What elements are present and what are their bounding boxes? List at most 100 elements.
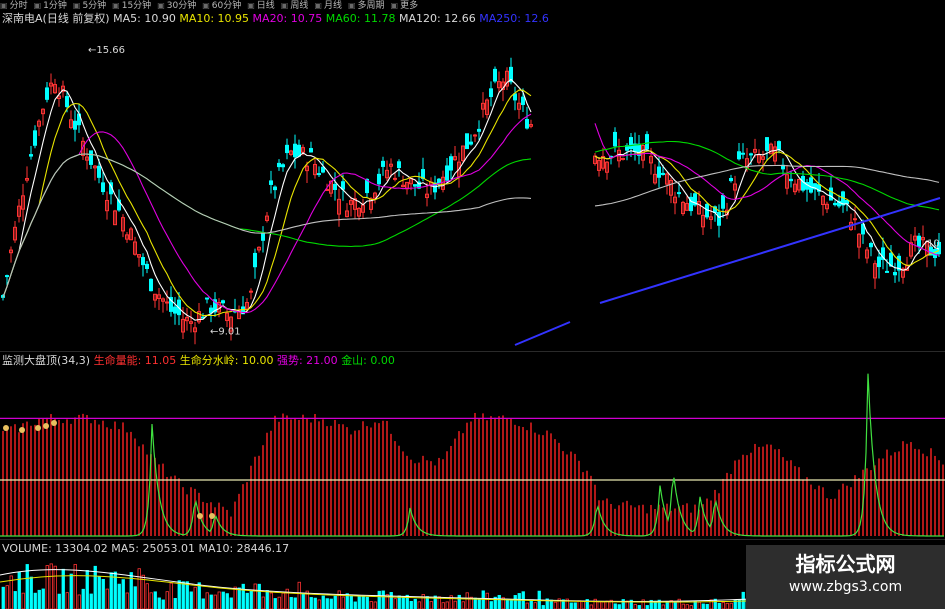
ma60-value: MA60: 11.78 bbox=[325, 12, 396, 25]
indicator-bar bbox=[110, 428, 112, 536]
volume-bar bbox=[485, 592, 489, 609]
indicator-bar bbox=[398, 445, 400, 536]
volume-bar bbox=[9, 575, 13, 609]
indicator-bar bbox=[470, 421, 472, 536]
period-tab-3[interactable]: 15分钟 bbox=[122, 1, 151, 11]
indicator-bar bbox=[902, 441, 904, 536]
indicator-bar bbox=[542, 435, 544, 536]
volume-bar bbox=[413, 598, 417, 609]
indicator-name: 监测大盘顶(34,3) bbox=[2, 354, 91, 367]
period-tab-8[interactable]: 月线 bbox=[324, 1, 342, 11]
indicator-bar bbox=[630, 505, 632, 536]
indicator-bar bbox=[814, 489, 816, 536]
volume-bar bbox=[369, 601, 373, 609]
candle-body bbox=[333, 183, 337, 190]
volume-bar bbox=[589, 604, 593, 609]
volume-bar bbox=[277, 596, 281, 609]
indicator-bar bbox=[642, 504, 644, 536]
indicator-bar bbox=[82, 413, 84, 536]
period-tab-10[interactable]: 更多 bbox=[400, 1, 418, 11]
candles bbox=[1, 57, 941, 345]
volume-bar bbox=[697, 601, 701, 609]
period-tab-2[interactable]: 5分钟 bbox=[82, 1, 106, 11]
indicator-bar bbox=[846, 485, 848, 536]
volume-bar bbox=[125, 592, 129, 609]
period-tab-7[interactable]: 周线 bbox=[290, 1, 308, 11]
candle-body bbox=[885, 270, 889, 273]
volume-bar bbox=[249, 590, 253, 609]
moving-averages bbox=[2, 78, 941, 346]
volume-bar bbox=[533, 602, 537, 609]
indicator-bar bbox=[462, 433, 464, 536]
indicator-bar bbox=[646, 513, 648, 536]
indicator-bar bbox=[590, 475, 592, 536]
indicator-bar bbox=[634, 507, 636, 536]
indicator-bar bbox=[182, 487, 184, 536]
period-icon: ▣ bbox=[202, 1, 210, 10]
candle-body bbox=[473, 134, 477, 137]
ma5-line bbox=[2, 78, 940, 321]
indicator-bar bbox=[318, 421, 320, 536]
indicator-bar bbox=[614, 508, 616, 536]
candle-body bbox=[277, 162, 281, 168]
volume-bar bbox=[145, 583, 149, 609]
indicator-bar bbox=[194, 488, 196, 536]
indicator-bar bbox=[810, 484, 812, 536]
period-tab-0[interactable]: 分时 bbox=[10, 1, 28, 11]
signal-marker bbox=[51, 420, 57, 426]
indicator-bar bbox=[898, 451, 900, 536]
period-icon: ▣ bbox=[0, 1, 8, 10]
indicator-bar bbox=[482, 413, 484, 536]
indicator-bar bbox=[850, 487, 852, 536]
candle-body bbox=[221, 300, 225, 304]
indicator-bar bbox=[594, 484, 596, 536]
indicator-bar bbox=[350, 434, 352, 536]
volume-bar bbox=[185, 581, 189, 609]
period-tab-5[interactable]: 60分钟 bbox=[212, 1, 241, 11]
candle-body bbox=[29, 154, 33, 157]
indicator-bar bbox=[506, 418, 508, 536]
candle-body bbox=[833, 202, 837, 206]
volume-bar bbox=[205, 592, 209, 609]
watermark-title: 指标公式网 bbox=[795, 552, 896, 576]
period-tab-9[interactable]: 多周期 bbox=[358, 1, 385, 11]
candle-body bbox=[317, 173, 321, 176]
indicator-bar bbox=[554, 439, 556, 536]
candle-body bbox=[261, 233, 265, 241]
volume-bar bbox=[573, 602, 577, 609]
watershed-value: 生命分水岭: 10.00 bbox=[179, 354, 274, 367]
ma120-value: MA120: 12.66 bbox=[398, 12, 476, 25]
volume-bar bbox=[481, 590, 485, 609]
volume-bar bbox=[213, 594, 217, 609]
period-tab-1[interactable]: 1分钟 bbox=[43, 1, 67, 11]
candle-body bbox=[809, 177, 813, 193]
indicator-bar bbox=[794, 466, 796, 536]
indicator-bar bbox=[42, 417, 44, 536]
main-chart-header: 深南电A(日线 前复权) MA5: 10.90 MA10: 10.95 MA20… bbox=[2, 12, 549, 26]
volume-bar bbox=[685, 604, 689, 609]
volume-bar bbox=[321, 595, 325, 609]
volume-bar bbox=[265, 590, 269, 609]
candle-body bbox=[677, 192, 681, 195]
indicator-bar bbox=[418, 462, 420, 536]
indicator-bar bbox=[238, 493, 240, 536]
indicator-bar bbox=[450, 445, 452, 536]
candle-body bbox=[377, 173, 381, 185]
volume-bar bbox=[225, 593, 229, 609]
indicator-bar bbox=[574, 453, 576, 536]
candle-body bbox=[97, 165, 101, 178]
indicator-bar bbox=[290, 419, 292, 536]
indicator-bar bbox=[922, 453, 924, 536]
indicator-bar bbox=[770, 444, 772, 536]
indicator-bar bbox=[2, 430, 4, 536]
indicator-bar bbox=[246, 482, 248, 536]
indicator-bar bbox=[842, 483, 844, 536]
period-tab-6[interactable]: 日线 bbox=[257, 1, 275, 11]
volume-bar bbox=[41, 588, 45, 609]
period-tab-4[interactable]: 30分钟 bbox=[167, 1, 196, 11]
ma250-value: MA250: 12.6 bbox=[479, 12, 549, 25]
volume-bar bbox=[505, 599, 509, 609]
indicator-bar bbox=[334, 419, 336, 536]
volume-bar bbox=[417, 601, 421, 609]
indicator-bar bbox=[426, 460, 428, 536]
